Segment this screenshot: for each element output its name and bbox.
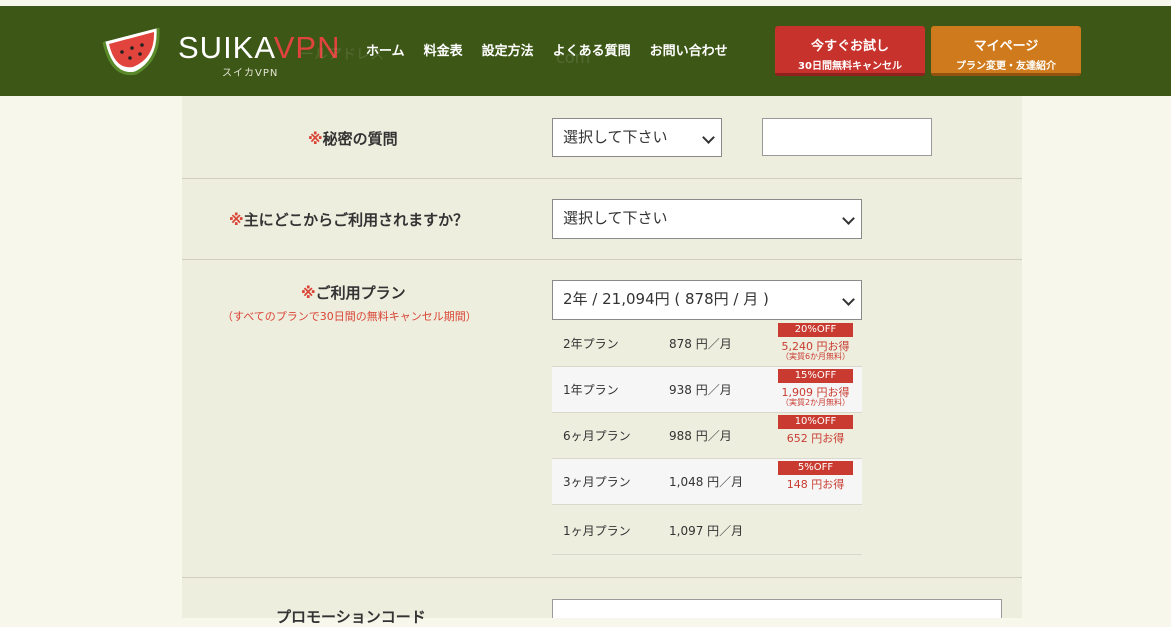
nav-home[interactable]: ホーム (366, 40, 405, 59)
site-header: SUIKAVPN スイカVPN ールアドレス com ホーム 料金表 設定方法 … (0, 6, 1171, 96)
plan-price: 938 円／月 (669, 383, 732, 397)
chevron-down-icon (842, 293, 855, 306)
try-now-sub-label: 30日間無料キャンセル (798, 61, 902, 72)
table-row: 2年プラン 878 円／月 20%OFF 5,240 円お得 （実質6か月無料） (552, 321, 862, 367)
try-now-label: 今すぐお試し (810, 39, 889, 54)
table-row: 3ヶ月プラン 1,048 円／月 5%OFF 148 円お得 (552, 459, 862, 505)
nav-pricing[interactable]: 料金表 (424, 40, 463, 59)
mypage-sub-label: プラン変更・友達紹介 (956, 61, 1056, 72)
plan-price: 1,048 円／月 (669, 475, 744, 489)
saving-note: （実質2か月無料） (780, 398, 851, 407)
promo-code-input[interactable] (552, 599, 1002, 618)
plan-label: ※ご利用プラン (301, 284, 406, 302)
chevron-down-icon (842, 212, 855, 225)
nav-setup[interactable]: 設定方法 (482, 40, 534, 59)
nav-contact[interactable]: お問い合わせ (650, 40, 728, 59)
watermelon-logo-icon[interactable] (100, 20, 164, 82)
plan-note: （すべてのプランで30日間の無料キャンセル期間） (222, 310, 477, 323)
plan-name: 6ヶ月プラン (563, 429, 631, 443)
secret-question-select[interactable]: 選択して下さい (552, 118, 722, 157)
row-divider (182, 259, 1022, 260)
discount-badge: 15%OFF (778, 369, 853, 383)
discount-badge: 10%OFF (778, 415, 853, 429)
chevron-down-icon (702, 131, 715, 144)
discount-badge: 20%OFF (778, 323, 853, 337)
secret-question-label: ※秘密の質問 (308, 130, 398, 148)
plan-name: 2年プラン (563, 337, 619, 351)
mypage-button[interactable]: マイページ プラン変更・友達紹介 (931, 26, 1081, 76)
plan-name: 1年プラン (563, 383, 619, 397)
table-row: 6ヶ月プラン 988 円／月 10%OFF 652 円お得 (552, 413, 862, 459)
main-nav: ホーム 料金表 設定方法 よくある質問 お問い合わせ (366, 40, 728, 59)
mypage-label: マイページ (973, 39, 1039, 54)
saving-text: 148 円お得 (786, 478, 845, 491)
promo-code-label: プロモーションコード (276, 608, 426, 626)
plan-name: 3ヶ月プラン (563, 475, 631, 489)
nav-faq[interactable]: よくある質問 (553, 40, 631, 59)
usage-location-label: ※主にどこからご利用されますか？ (229, 211, 469, 229)
discount-badge: 5%OFF (778, 461, 853, 475)
saving-note: （実質6か月無料） (780, 352, 851, 361)
row-divider (182, 577, 1022, 578)
plan-select[interactable]: 2年 / 21,094円 ( 878円 / 月 ) (552, 280, 862, 320)
row-divider (182, 178, 1022, 179)
try-now-button[interactable]: 今すぐお試し 30日間無料キャンセル (775, 26, 925, 76)
saving-text: 652 円お得 (786, 432, 845, 445)
table-row: 1ヶ月プラン 1,097 円／月 (552, 505, 862, 555)
plan-price: 1,097 円／月 (669, 524, 744, 538)
table-row: 1年プラン 938 円／月 15%OFF 1,909 円お得 （実質2か月無料） (552, 367, 862, 413)
plan-price-table: 2年プラン 878 円／月 20%OFF 5,240 円お得 （実質6か月無料）… (552, 321, 862, 555)
brand-subtitle: スイカVPN (222, 68, 279, 79)
plan-price: 988 円／月 (669, 429, 732, 443)
usage-location-select[interactable]: 選択して下さい (552, 199, 862, 239)
plan-price: 878 円／月 (669, 337, 732, 351)
plan-name: 1ヶ月プラン (563, 524, 631, 538)
secret-answer-input[interactable] (762, 118, 932, 156)
